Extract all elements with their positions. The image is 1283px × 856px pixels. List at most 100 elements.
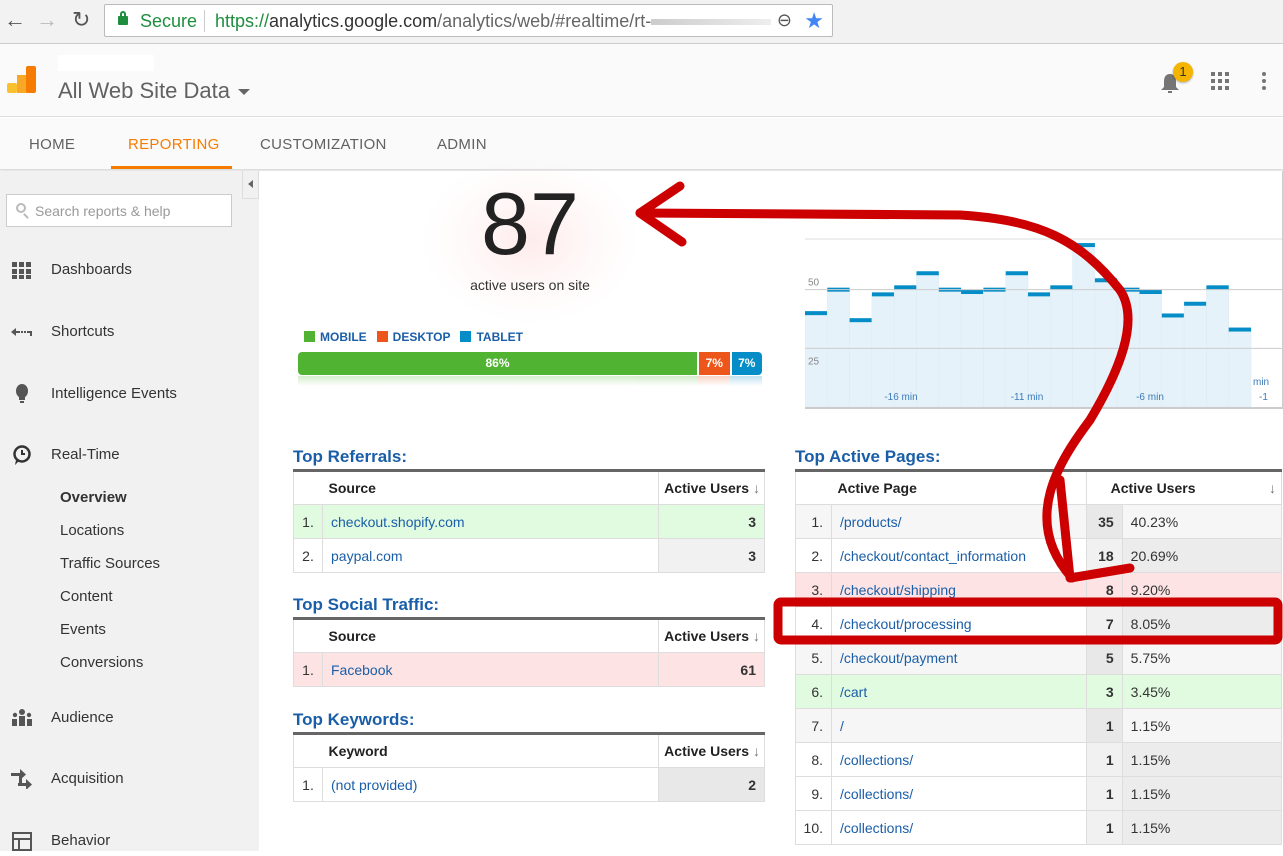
social-link[interactable]: Facebook [322,652,659,687]
page-link[interactable]: /cart [831,674,1087,709]
page-link[interactable]: /checkout/processing [831,606,1087,641]
col-source: Source [322,470,659,505]
page-link[interactable]: / [831,708,1087,743]
apps-grid-icon[interactable] [1211,72,1229,90]
sidebar-item-behavior[interactable]: Behavior [0,826,259,856]
divider [204,10,205,32]
address-bar[interactable]: Secure https://analytics.google.com/anal… [104,4,833,37]
active-users-count: 5 [1085,640,1123,675]
page-link[interactable]: /checkout/payment [831,640,1087,675]
page-link[interactable]: /checkout/contact_information [831,538,1087,573]
active-users-percent: 1.15% [1121,776,1283,811]
search-placeholder: Search reports & help [35,203,171,219]
back-arrow-icon[interactable]: ← [4,8,26,32]
property-selector[interactable]: All Web Site Data [58,78,251,104]
legend-swatch [376,331,388,342]
top-referrals-title: Top Referrals: [293,447,407,466]
referral-link[interactable]: checkout.shopify.com [322,504,659,539]
row-index: 8. [795,742,832,777]
reload-icon[interactable]: ↻ [72,8,90,32]
account-name-redacted [58,55,154,71]
page-link[interactable]: /collections/ [831,810,1087,845]
sidebar-item-shortcuts[interactable]: Shortcuts [0,317,259,347]
sidebar-item-dashboards[interactable]: Dashboards [0,255,259,285]
col-active-users[interactable]: Active Users ↓ [1085,470,1283,505]
page-link[interactable]: /collections/ [831,776,1087,811]
chart-bar [1206,285,1229,290]
top-pages-table: Active Page Active Users ↓ 1./products/35… [795,469,1283,845]
chart-bar-fill [1206,287,1229,407]
referral-link[interactable]: paypal.com [322,538,659,573]
table-row: 1./products/35 40.23% [795,504,1283,539]
chart-bar [1072,243,1095,248]
active-users-count: 1 [1085,742,1123,777]
active-users-percent: 5.75% [1121,640,1283,675]
legend-swatch [304,331,315,342]
active-users-percent: 9.20% [1121,572,1283,607]
notification-badge[interactable]: 1 [1173,62,1193,82]
table-row: 7./1 1.15% [795,708,1283,743]
search-input[interactable]: Search reports & help [6,194,232,227]
chart-bar-fill [1050,287,1073,407]
sidebar-subitem-content[interactable]: Content [60,588,113,605]
chart-bar-fill [1027,294,1051,407]
main-tabs: HOME REPORTING CUSTOMIZATION ADMIN [0,118,1283,170]
tab-admin[interactable]: ADMIN [437,136,487,153]
bookmark-star-icon[interactable]: ★ [804,8,824,34]
chart-bar-fill [893,287,917,407]
legend-swatch [460,331,472,342]
sidebar-subitem-conversions[interactable]: Conversions [60,654,143,671]
x-tick-label: -11 min [1011,392,1044,403]
sidebar-subitem-locations[interactable]: Locations [60,522,124,539]
more-vert-icon[interactable] [1262,72,1266,90]
table-row: 4./checkout/processing 7 8.05% [795,606,1283,641]
sidebar-item-intelligence-events[interactable]: Intelligence Events [0,379,259,409]
sidebar-item-audience[interactable]: Audience [0,703,259,733]
chart-bar-fill [1139,291,1163,407]
forward-arrow-icon[interactable]: → [36,8,58,32]
x-tick-label: -16 min [884,392,917,403]
row-index: 6. [795,674,832,709]
row-index: 9. [795,776,832,811]
col-active-users[interactable]: Active Users ↓ [658,733,765,768]
sidebar-item-acquisition[interactable]: Acquisition [0,764,259,794]
sidebar-subitem-traffic-sources[interactable]: Traffic Sources [60,555,160,572]
acquisition-arrows-icon [11,769,32,789]
chart-bar-fill [849,319,873,407]
x-tick-label: -1 [1259,392,1268,403]
table-row: 9./collections/1 1.15% [795,776,1283,811]
device-legend: MOBILE DESKTOP TABLET [304,330,523,344]
page-link[interactable]: /collections/ [831,742,1087,777]
sidebar-subitem-overview[interactable]: Overview [60,489,127,506]
x-tick-label: -6 min [1136,392,1164,403]
tab-reporting[interactable]: REPORTING [128,136,220,153]
top-referrals-table: Source Active Users ↓ 1. checkout.shopify… [293,469,765,573]
table-row: 1. (not provided) 2 [293,767,765,802]
device-bar-reflection [298,376,762,386]
top-keywords-table: Keyword Active Users ↓ 1. (not provided) … [293,732,765,802]
sidebar-subitem-events[interactable]: Events [60,621,106,638]
sidebar-item-real-time[interactable]: Real-Time [0,440,259,470]
tab-home[interactable]: HOME [29,136,75,153]
keyword-link[interactable]: (not provided) [322,767,659,802]
col-active-users[interactable]: Active Users ↓ [658,470,765,505]
page-link[interactable]: /checkout/shipping [831,572,1087,607]
table-row: 8./collections/1 1.15% [795,742,1283,777]
chart-bar [1184,301,1207,306]
active-users-count: 18 [1085,538,1123,573]
col-active-users[interactable]: Active Users ↓ [658,618,765,653]
chart-bar-fill [916,272,940,407]
lightbulb-icon [16,384,28,403]
tab-customization[interactable]: CUSTOMIZATION [260,136,387,153]
row-index: 2. [795,538,832,573]
collapse-sidebar-button[interactable] [242,171,259,199]
table-row: 1. checkout.shopify.com 3 [293,504,765,539]
clock-icon [13,445,31,465]
page-link[interactable]: /products/ [831,504,1087,539]
shortcut-arrow-icon [11,328,32,336]
url-text: https://analytics.google.com/analytics/w… [215,11,772,32]
legend-tablet: TABLET [460,330,523,344]
zoom-icon[interactable]: ⊖ [777,10,792,31]
pageviews-per-minute-chart: 25 50 -16 min -11 min -6 min min -1 [805,171,1283,409]
chart-bar-fill [871,294,895,407]
